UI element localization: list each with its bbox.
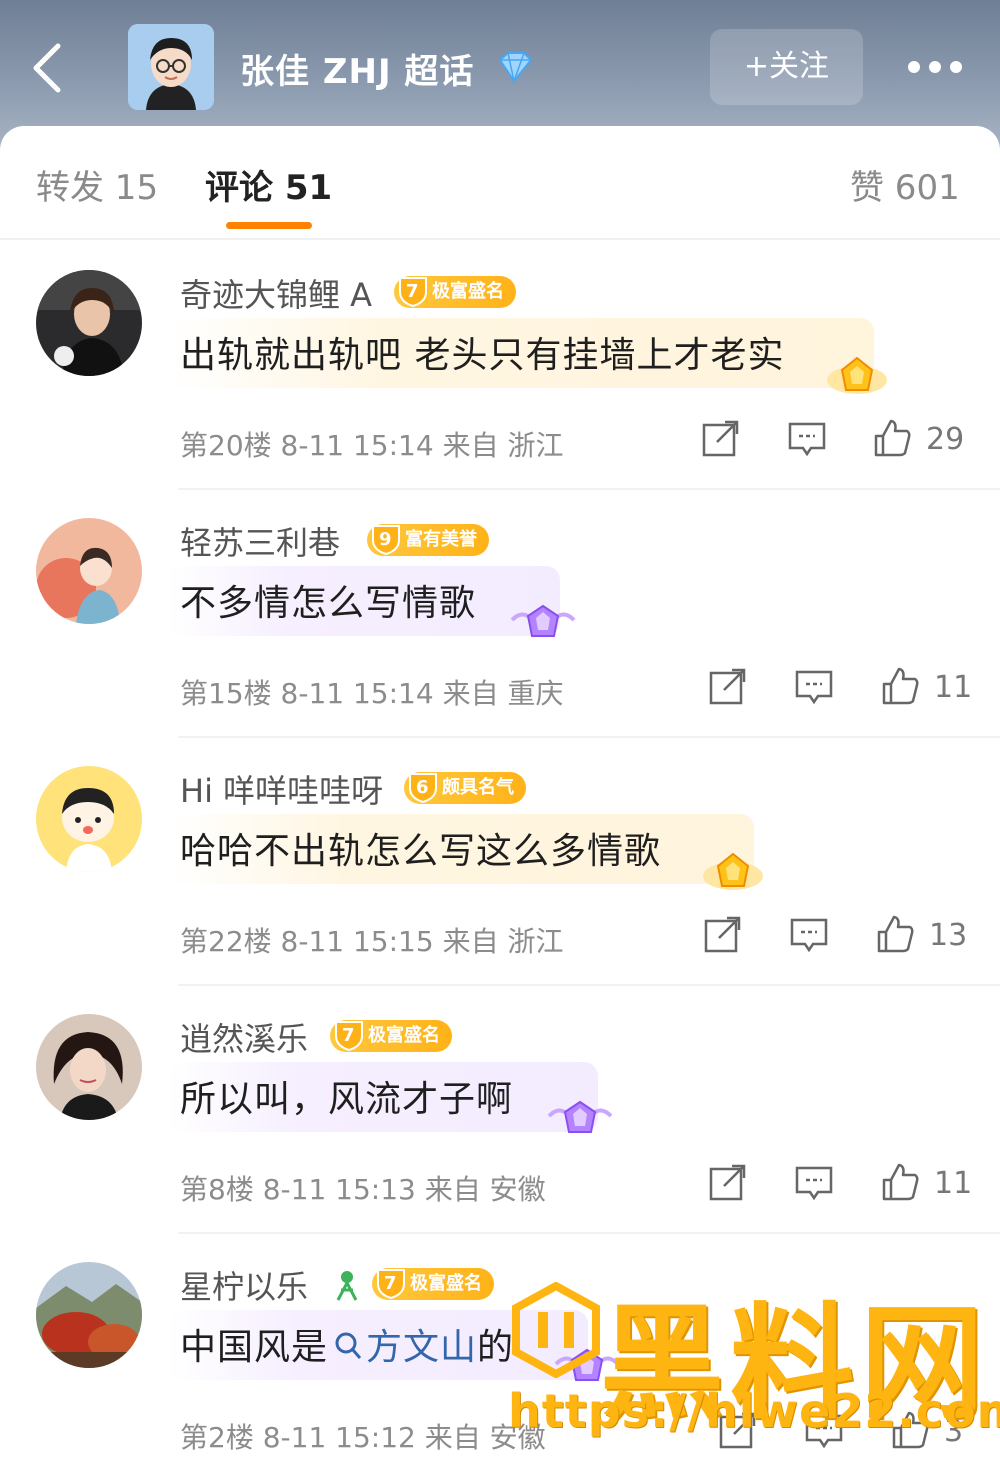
like-thumb-icon[interactable] [880,666,920,706]
gold-gem-icon [827,356,887,394]
comment-text[interactable]: 出轨就出轨吧 老头只有挂墙上才老实 [180,326,784,378]
purple-gem-icon [510,604,576,637]
avatar-photo-icon [36,270,142,376]
comment-meta: 第8楼 8-11 15:13 来自 安徽 [180,1173,546,1206]
comment-meta: 第22楼 8-11 15:15 来自 浙江 [180,925,564,958]
topic-link[interactable]: 方文山 [366,1327,477,1368]
repost-icon[interactable] [708,666,748,706]
like-count: 29 [926,422,965,457]
reply-comment-icon[interactable] [794,1162,834,1202]
user-avatar[interactable] [36,1262,142,1368]
username[interactable]: 轻苏三利巷 [180,518,340,564]
repost-icon[interactable] [708,1162,748,1202]
comment-item: 逍然溪乐 7 极富盛名 所以叫，风流才子啊 第8楼 8-11 15:13 来自 … [0,986,1000,1234]
page-title: 张佳 ZHJ 超话 [240,52,475,92]
tab-bar: 转发 15 评论 51 赞 601 [0,126,1000,240]
like-count: 11 [934,1166,973,1201]
avatar-illustration-icon [36,518,142,624]
like-thumb-icon[interactable] [875,914,915,954]
avatar-photo-icon [36,1014,142,1120]
diamond-badge-icon [498,52,533,84]
tab-likes[interactable]: 赞 601 [850,160,960,209]
tab-reposts[interactable]: 转发 15 [36,160,158,209]
avatar-landscape-icon [36,1262,142,1368]
watermark-url: https://hlwe22.com [508,1384,1000,1438]
back-arrow-icon[interactable] [28,40,68,96]
fan-level-badge: 7 极富盛名 [330,1020,452,1052]
comment-text[interactable]: 中国风是 方文山的 [180,1318,514,1370]
medal-icon [336,1271,358,1301]
purple-gem-icon [547,1100,613,1133]
comment-text[interactable]: 不多情怎么写情歌 [180,574,476,626]
active-tab-indicator [226,222,312,229]
cartoon-boy-icon [128,24,214,110]
more-options-icon[interactable] [905,58,965,76]
reply-comment-icon[interactable] [787,418,827,458]
repost-icon[interactable] [701,418,741,458]
comment-text[interactable]: 哈哈不出轨怎么写这么多情歌 [180,822,661,874]
repost-icon[interactable] [703,914,743,954]
fan-level-badge: 9 富有美誉 [367,524,489,556]
comment-item: Hi 咩咩哇哇呀 6 颇具名气 哈哈不出轨怎么写这么多情歌 第22楼 8-11 … [0,738,1000,986]
fan-level-badge: 7 极富盛名 [394,276,516,308]
reply-comment-icon[interactable] [794,666,834,706]
fan-level-badge: 6 颇具名气 [404,772,526,804]
username[interactable]: 逍然溪乐 [180,1014,308,1060]
comment-text[interactable]: 所以叫，风流才子啊 [180,1070,513,1122]
fan-level-badge: 7 极富盛名 [372,1268,494,1300]
user-avatar[interactable] [36,518,142,624]
like-count: 13 [929,918,968,953]
comment-meta: 第20楼 8-11 15:14 来自 浙江 [180,429,564,462]
comment-item: 轻苏三利巷 9 富有美誉 不多情怎么写情歌 第15楼 8-11 15:14 来自… [0,490,1000,738]
user-avatar[interactable] [36,1014,142,1120]
reply-comment-icon[interactable] [789,914,829,954]
gold-gem-icon [703,852,763,890]
avatar-cartoon-icon [36,766,142,872]
supertopic-avatar[interactable] [128,24,214,110]
comment-meta: 第2楼 8-11 15:12 来自 安徽 [180,1421,546,1454]
user-avatar[interactable] [36,766,142,872]
tab-comments[interactable]: 评论 51 [205,160,332,209]
comment-meta: 第15楼 8-11 15:14 来自 重庆 [180,677,564,710]
comment-item: 奇迹大锦鲤 A 7 极富盛名 出轨就出轨吧 老头只有挂墙上才老实 第20楼 8-… [0,242,1000,490]
search-topic-icon [335,1332,362,1359]
follow-button[interactable]: +关注 [710,29,863,105]
username[interactable]: 奇迹大锦鲤 A [180,270,372,316]
watermark-logo-icon [512,1282,600,1378]
username[interactable]: Hi 咩咩哇哇呀 [180,766,383,812]
user-avatar[interactable] [36,270,142,376]
like-thumb-icon[interactable] [872,418,912,458]
like-count: 11 [934,670,973,705]
like-thumb-icon[interactable] [880,1162,920,1202]
username[interactable]: 星柠以乐 [180,1262,308,1308]
